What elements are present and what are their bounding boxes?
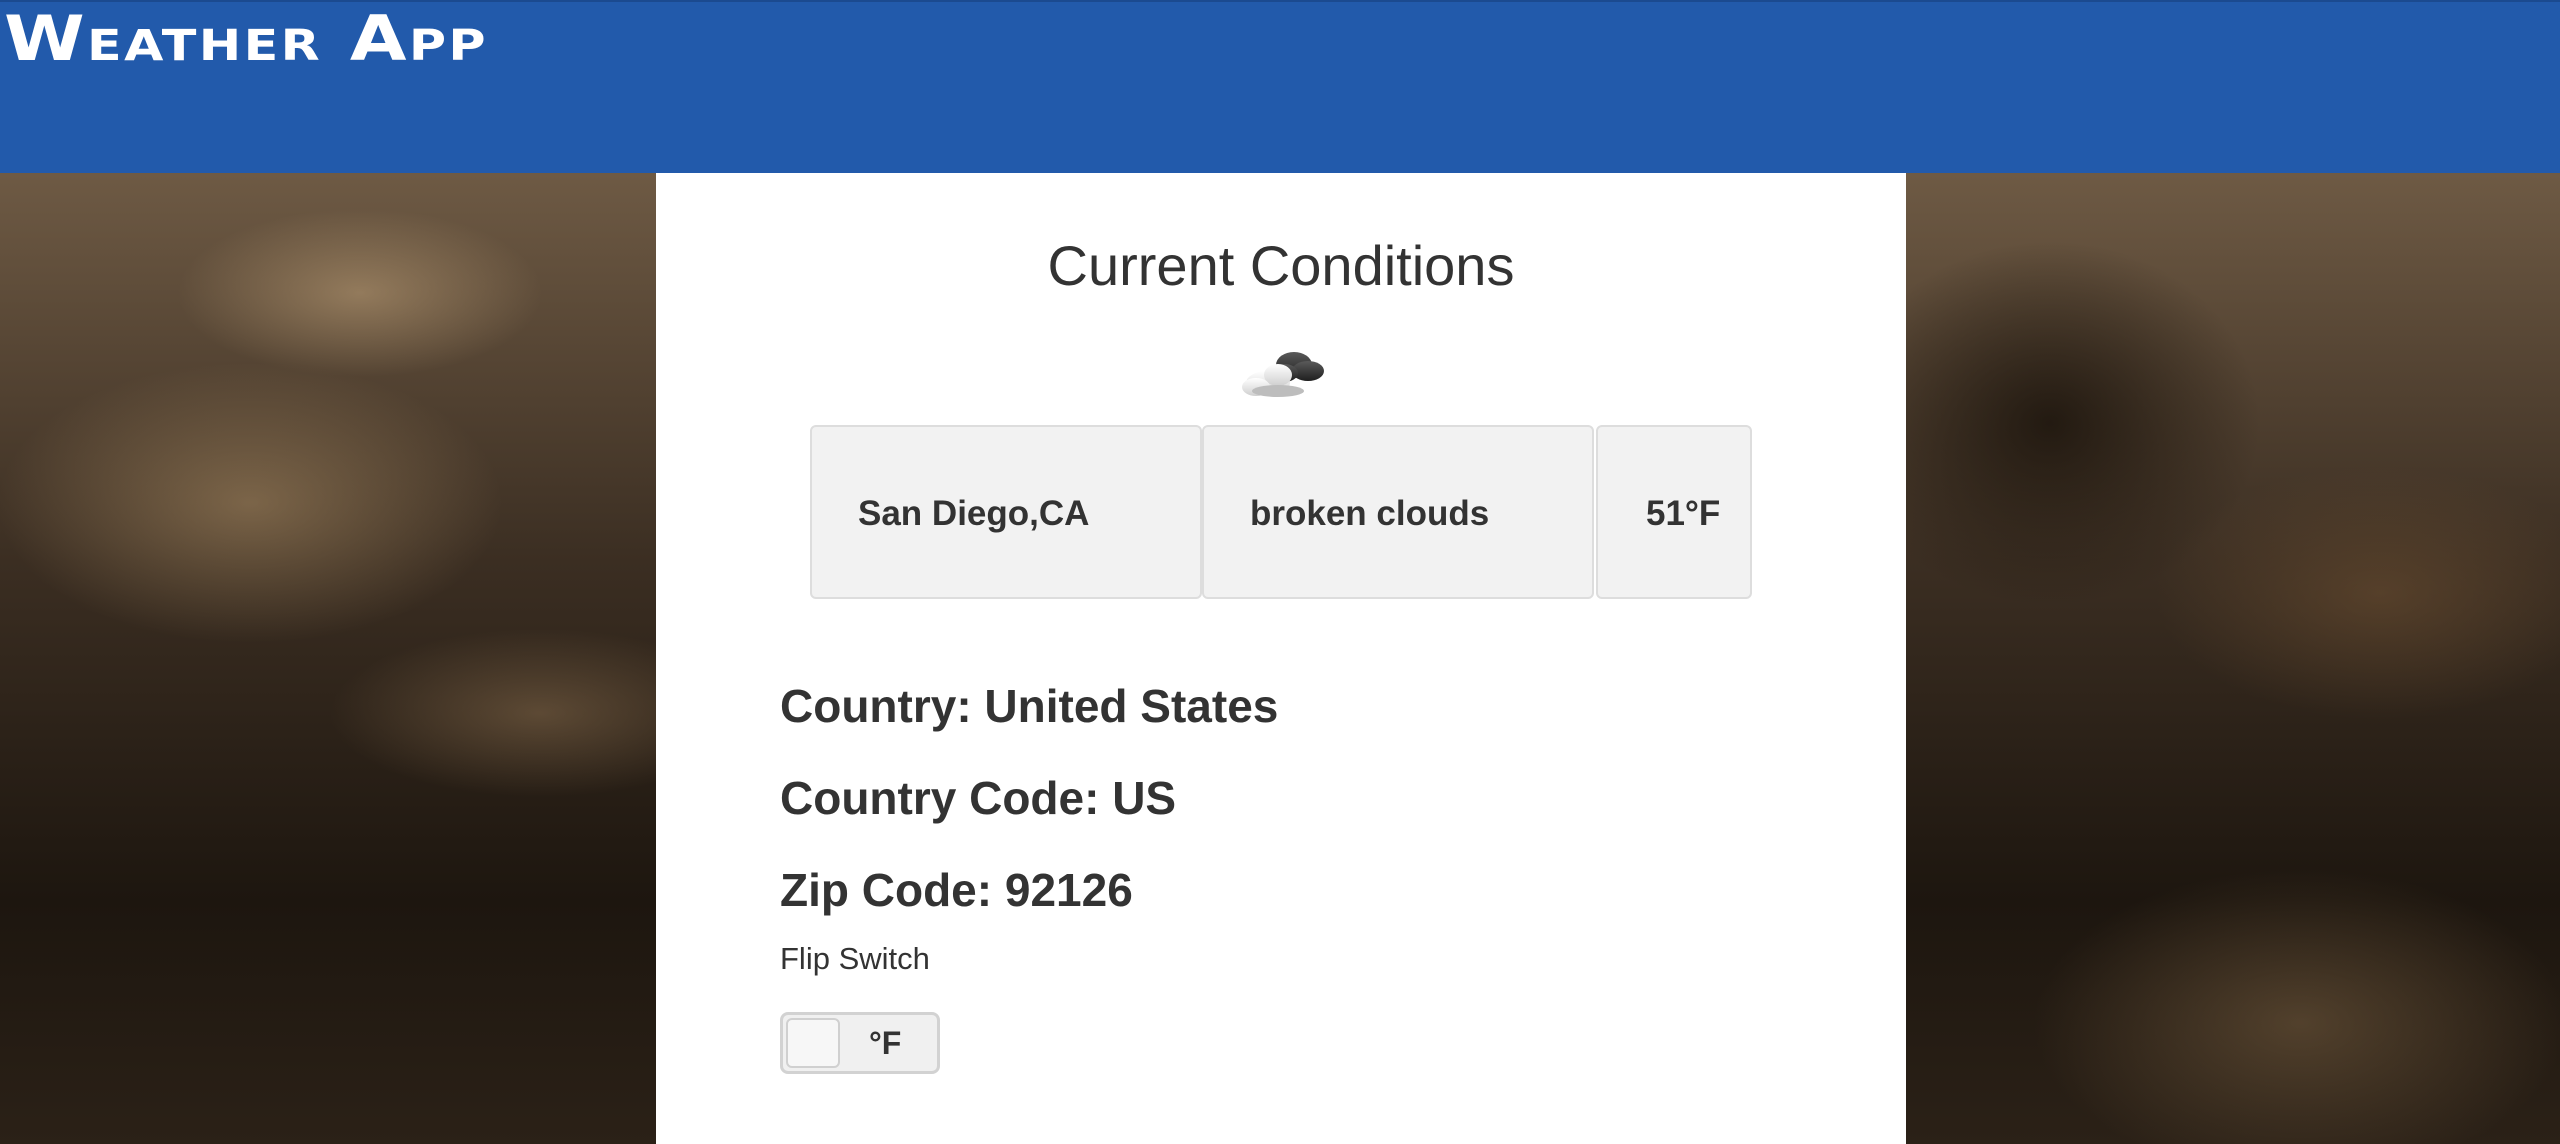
location-card: San Diego,CA [810, 425, 1202, 599]
temperature-unit-toggle[interactable]: °F [780, 1012, 940, 1074]
description-card: broken clouds [1202, 425, 1594, 599]
page-title: Current Conditions [1047, 234, 1515, 297]
description-text: broken clouds [1250, 494, 1490, 533]
country-text: Country: United States [780, 680, 1279, 732]
toggle-knob[interactable] [786, 1018, 840, 1068]
toggle-unit-label: °F [869, 1025, 902, 1061]
temperature-card: 51°F [1596, 425, 1752, 599]
zip-code-text: Zip Code: 92126 [780, 864, 1133, 916]
location-text: San Diego,CA [858, 494, 1090, 533]
temperature-text: 51°F [1646, 494, 1721, 533]
app-title: Weather App [4, 2, 488, 75]
app-header: Weather App [0, 0, 2560, 173]
conditions-panel: Current Conditions San Diego,CA broken c… [656, 173, 1906, 1144]
country-code-text: Country Code: US [780, 772, 1177, 824]
broken-clouds-icon [1242, 352, 1324, 397]
flip-switch-label: Flip Switch [780, 941, 930, 976]
